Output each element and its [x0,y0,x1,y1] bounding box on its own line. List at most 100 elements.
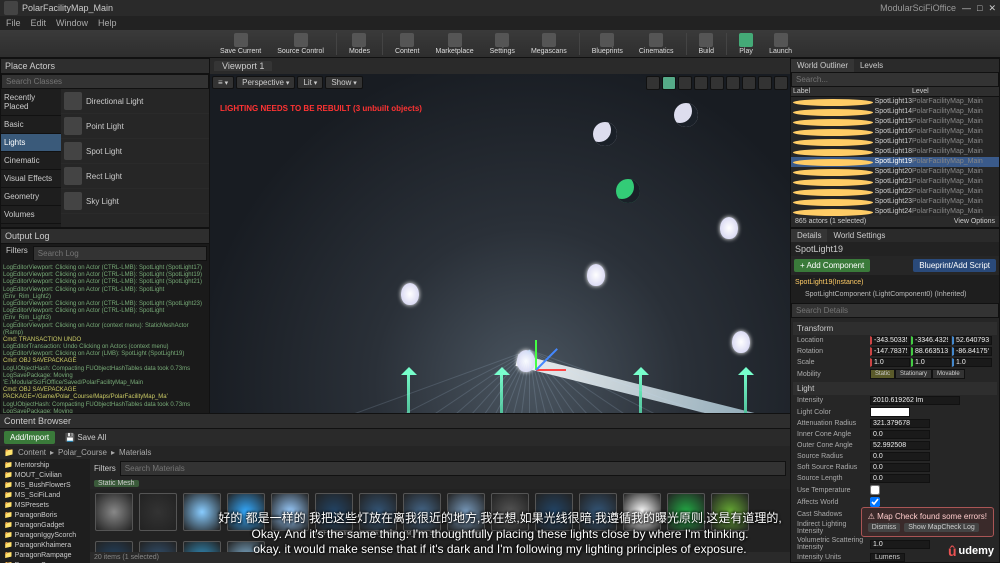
loc-x-input[interactable] [870,336,910,345]
affects-world-check[interactable] [870,497,880,507]
tab-levels[interactable]: Levels [854,59,889,72]
snap-grid-icon[interactable] [710,76,724,90]
tab-world-settings[interactable]: World Settings [827,229,891,242]
select-icon[interactable] [646,76,660,90]
viewport-show-button[interactable]: Show [325,76,362,89]
maximize-icon[interactable]: □ [977,3,982,13]
build-button[interactable]: Build [693,31,721,57]
play-button[interactable]: Play [733,31,759,57]
component-tree[interactable]: SpotLight19(Instance) SpotLightComponent… [791,275,999,303]
intensity-input[interactable] [870,396,960,405]
rot-y-input[interactable] [911,347,951,356]
settings-button[interactable]: Settings [484,31,521,57]
outliner-row[interactable]: SpotLight20PolarFacilityMap_Main [791,167,999,177]
scl-z-input[interactable] [952,358,992,367]
viewport-perspective-button[interactable]: Perspective [236,76,295,89]
loc-z-input[interactable] [952,336,992,345]
maximize-viewport-icon[interactable] [774,76,788,90]
camera-speed-icon[interactable] [758,76,772,90]
translate-icon[interactable] [662,76,676,90]
launch-button[interactable]: Launch [763,31,798,57]
outliner-row[interactable]: SpotLight18PolarFacilityMap_Main [791,147,999,157]
outer-cone-input[interactable] [870,441,930,450]
filters-button[interactable]: Filters [94,464,116,473]
tab-volumes[interactable]: Volumes [1,206,61,224]
megascans-button[interactable]: Megascans [525,31,573,57]
tab-details[interactable]: Details [791,229,827,242]
source-radius-input[interactable] [870,452,930,461]
tree-item[interactable]: 📁 ParagonRampage [2,551,88,561]
comp-root[interactable]: SpotLight19(Instance) [795,277,995,289]
content-button[interactable]: Content [389,31,426,57]
outliner-row[interactable]: SpotLight15PolarFacilityMap_Main [791,117,999,127]
place-item-spot[interactable]: Spot Light [61,139,209,164]
save-button[interactable]: Save Current [214,31,267,57]
viewport-tab-1[interactable]: Viewport 1 [214,61,272,71]
tab-lights[interactable]: Lights [1,134,61,152]
outliner-row[interactable]: SpotLight23PolarFacilityMap_Main [791,197,999,207]
place-item-directional[interactable]: Directional Light [61,89,209,114]
modes-button[interactable]: Modes [343,31,376,57]
mobility-movable[interactable]: Movable [932,369,965,379]
outliner-row[interactable]: SpotLight14PolarFacilityMap_Main [791,107,999,117]
outliner-row[interactable]: SpotLight24PolarFacilityMap_Main [791,207,999,216]
log-filters[interactable]: Filters [3,246,31,261]
light-color-swatch[interactable] [870,407,910,417]
snap-angle-icon[interactable] [726,76,740,90]
blueprints-button[interactable]: Blueprints [586,31,629,57]
cinematics-button[interactable]: Cinematics [633,31,680,57]
tree-item[interactable]: 📁 ParagonGadget [2,521,88,531]
details-search-input[interactable] [791,303,999,318]
mobility-static[interactable]: Static [870,369,895,379]
tree-item[interactable]: 📁 MS_SciFiLand [2,491,88,501]
minimize-icon[interactable]: — [962,3,971,13]
scl-x-input[interactable] [870,358,910,367]
tree-item[interactable]: 📁 ParagonKhaimera [2,541,88,551]
attenuation-input[interactable] [870,419,930,428]
source-control-button[interactable]: Source Control [271,31,330,57]
tab-basic[interactable]: Basic [1,116,61,134]
close-icon[interactable]: ✕ [988,3,996,14]
place-item-rect[interactable]: Rect Light [61,164,209,189]
tree-item[interactable]: 📁 MOUT_Civilian [2,471,88,481]
rot-x-input[interactable] [870,347,910,356]
tab-visual-effects[interactable]: Visual Effects [1,170,61,188]
soft-source-input[interactable] [870,463,930,472]
scl-y-input[interactable] [911,358,951,367]
outliner-view-options[interactable]: View Options [954,218,995,225]
snap-scale-icon[interactable] [742,76,756,90]
source-length-input[interactable] [870,474,930,483]
inner-cone-input[interactable] [870,430,930,439]
content-tree[interactable]: 📁 Mentorship📁 MOUT_Civilian📁 MS_BushFlow… [0,459,90,563]
mobility-stationary[interactable]: Stationary [895,369,932,379]
menu-window[interactable]: Window [56,18,88,28]
place-item-point[interactable]: Point Light [61,114,209,139]
rotate-icon[interactable] [678,76,692,90]
details-actor-name[interactable]: SpotLight19 [791,242,999,256]
outliner-row[interactable]: SpotLight19PolarFacilityMap_Main [791,157,999,167]
add-component-button[interactable]: + Add Component [794,259,870,272]
use-temperature-check[interactable] [870,485,880,495]
loc-y-input[interactable] [911,336,951,345]
rot-z-input[interactable] [952,347,992,356]
place-search-input[interactable] [1,74,209,89]
tree-item[interactable]: 📁 MSPresets [2,501,88,511]
comp-light[interactable]: SpotLightComponent (LightComponent0) (In… [795,289,995,301]
outliner-row[interactable]: SpotLight13PolarFacilityMap_Main [791,97,999,107]
log-search-input[interactable] [33,246,207,261]
menu-file[interactable]: File [6,18,21,28]
outliner-row[interactable]: SpotLight16PolarFacilityMap_Main [791,127,999,137]
content-breadcrumb[interactable]: 📁 Content ▸ Polar_Course ▸ Materials [0,446,790,459]
outliner-search-input[interactable] [791,72,999,87]
outliner-row[interactable]: SpotLight22PolarFacilityMap_Main [791,187,999,197]
outliner-row[interactable]: SpotLight17PolarFacilityMap_Main [791,137,999,147]
viewport-lit-button[interactable]: Lit [297,76,323,89]
filter-tag-static-mesh[interactable]: Static Mesh [94,480,139,487]
content-search-input[interactable] [120,461,786,476]
blueprint-button[interactable]: Blueprint/Add Script [913,259,996,272]
tree-item[interactable]: 📁 Mentorship [2,461,88,471]
outliner-table[interactable]: SpotLight13PolarFacilityMap_MainSpotLigh… [791,97,999,216]
tree-item[interactable]: 📁 ParagonBoris [2,511,88,521]
tab-geometry[interactable]: Geometry [1,188,61,206]
show-mapcheck-button[interactable]: Show MapCheck Log [904,523,979,532]
